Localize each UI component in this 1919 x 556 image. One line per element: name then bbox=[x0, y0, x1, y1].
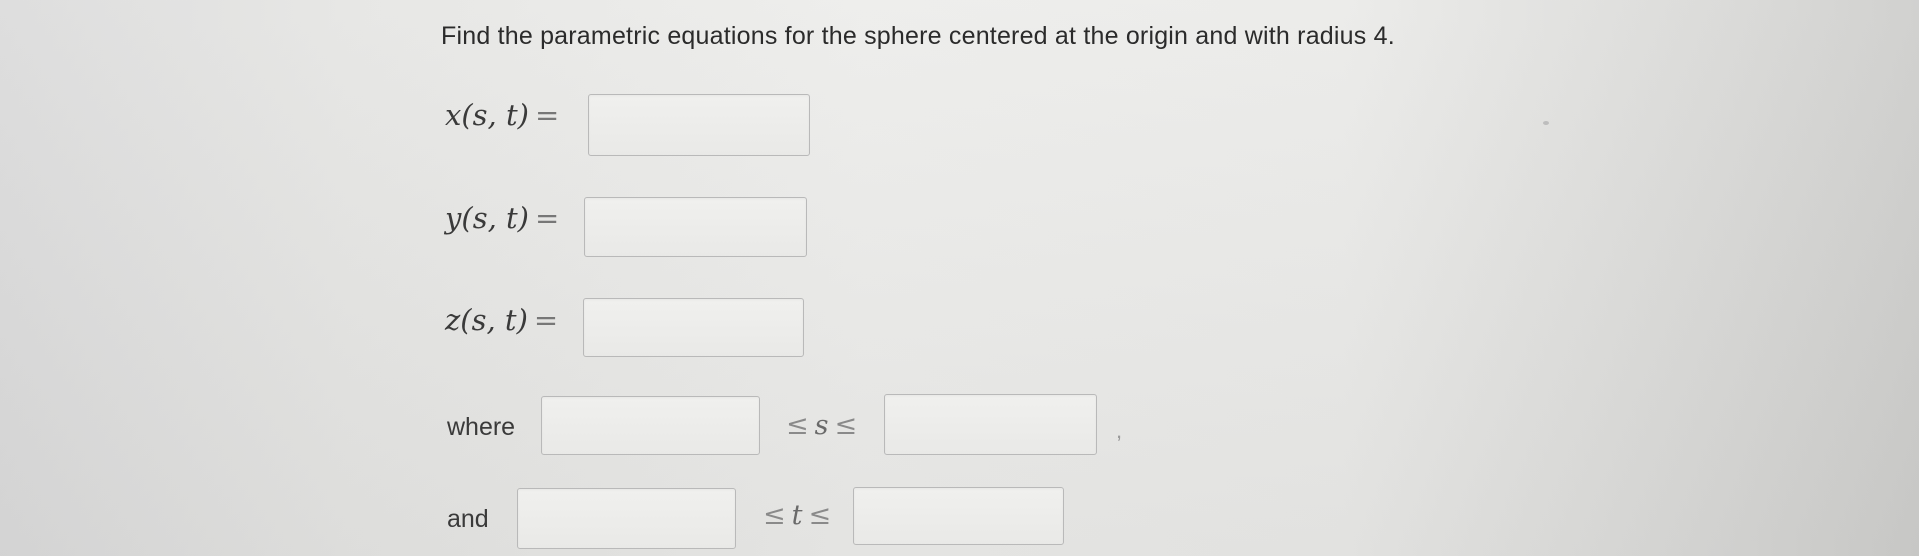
equals-sign: = bbox=[533, 303, 559, 337]
comma-separator: , bbox=[1116, 418, 1123, 443]
s-upper-bound-input[interactable] bbox=[884, 394, 1097, 455]
screen-speck bbox=[1543, 121, 1549, 125]
less-equal-symbol: ≤ bbox=[786, 410, 809, 441]
less-equal-symbol: ≤ bbox=[763, 500, 786, 531]
t-inequality: ≤ t ≤ bbox=[763, 500, 831, 531]
background-shading bbox=[0, 0, 1919, 556]
where-label: where bbox=[447, 413, 516, 441]
x-answer-input[interactable] bbox=[588, 94, 810, 156]
y-function-label: y(s, t) bbox=[445, 201, 529, 235]
t-lower-bound-input[interactable] bbox=[517, 488, 736, 549]
equals-sign: = bbox=[534, 201, 560, 235]
z-answer-input[interactable] bbox=[583, 298, 804, 357]
t-upper-bound-input[interactable] bbox=[853, 487, 1064, 545]
less-equal-symbol: ≤ bbox=[834, 410, 858, 441]
y-equation-label: y(s, t) = bbox=[445, 201, 559, 235]
s-inequality: ≤ s ≤ bbox=[786, 410, 857, 441]
equals-sign: = bbox=[534, 98, 560, 132]
y-answer-input[interactable] bbox=[584, 197, 807, 257]
and-label: and bbox=[447, 505, 489, 533]
x-equation-label: x(s, t) = bbox=[445, 98, 559, 132]
x-function-label: x(s, t) bbox=[445, 98, 529, 132]
t-variable: t bbox=[791, 500, 803, 531]
s-variable: s bbox=[814, 410, 829, 441]
z-function-label: z(s, t) bbox=[445, 303, 528, 337]
s-lower-bound-input[interactable] bbox=[541, 396, 760, 455]
problem-statement: Find the parametric equations for the sp… bbox=[441, 22, 1395, 50]
z-equation-label: z(s, t) = bbox=[445, 303, 558, 337]
less-equal-symbol: ≤ bbox=[808, 500, 832, 531]
